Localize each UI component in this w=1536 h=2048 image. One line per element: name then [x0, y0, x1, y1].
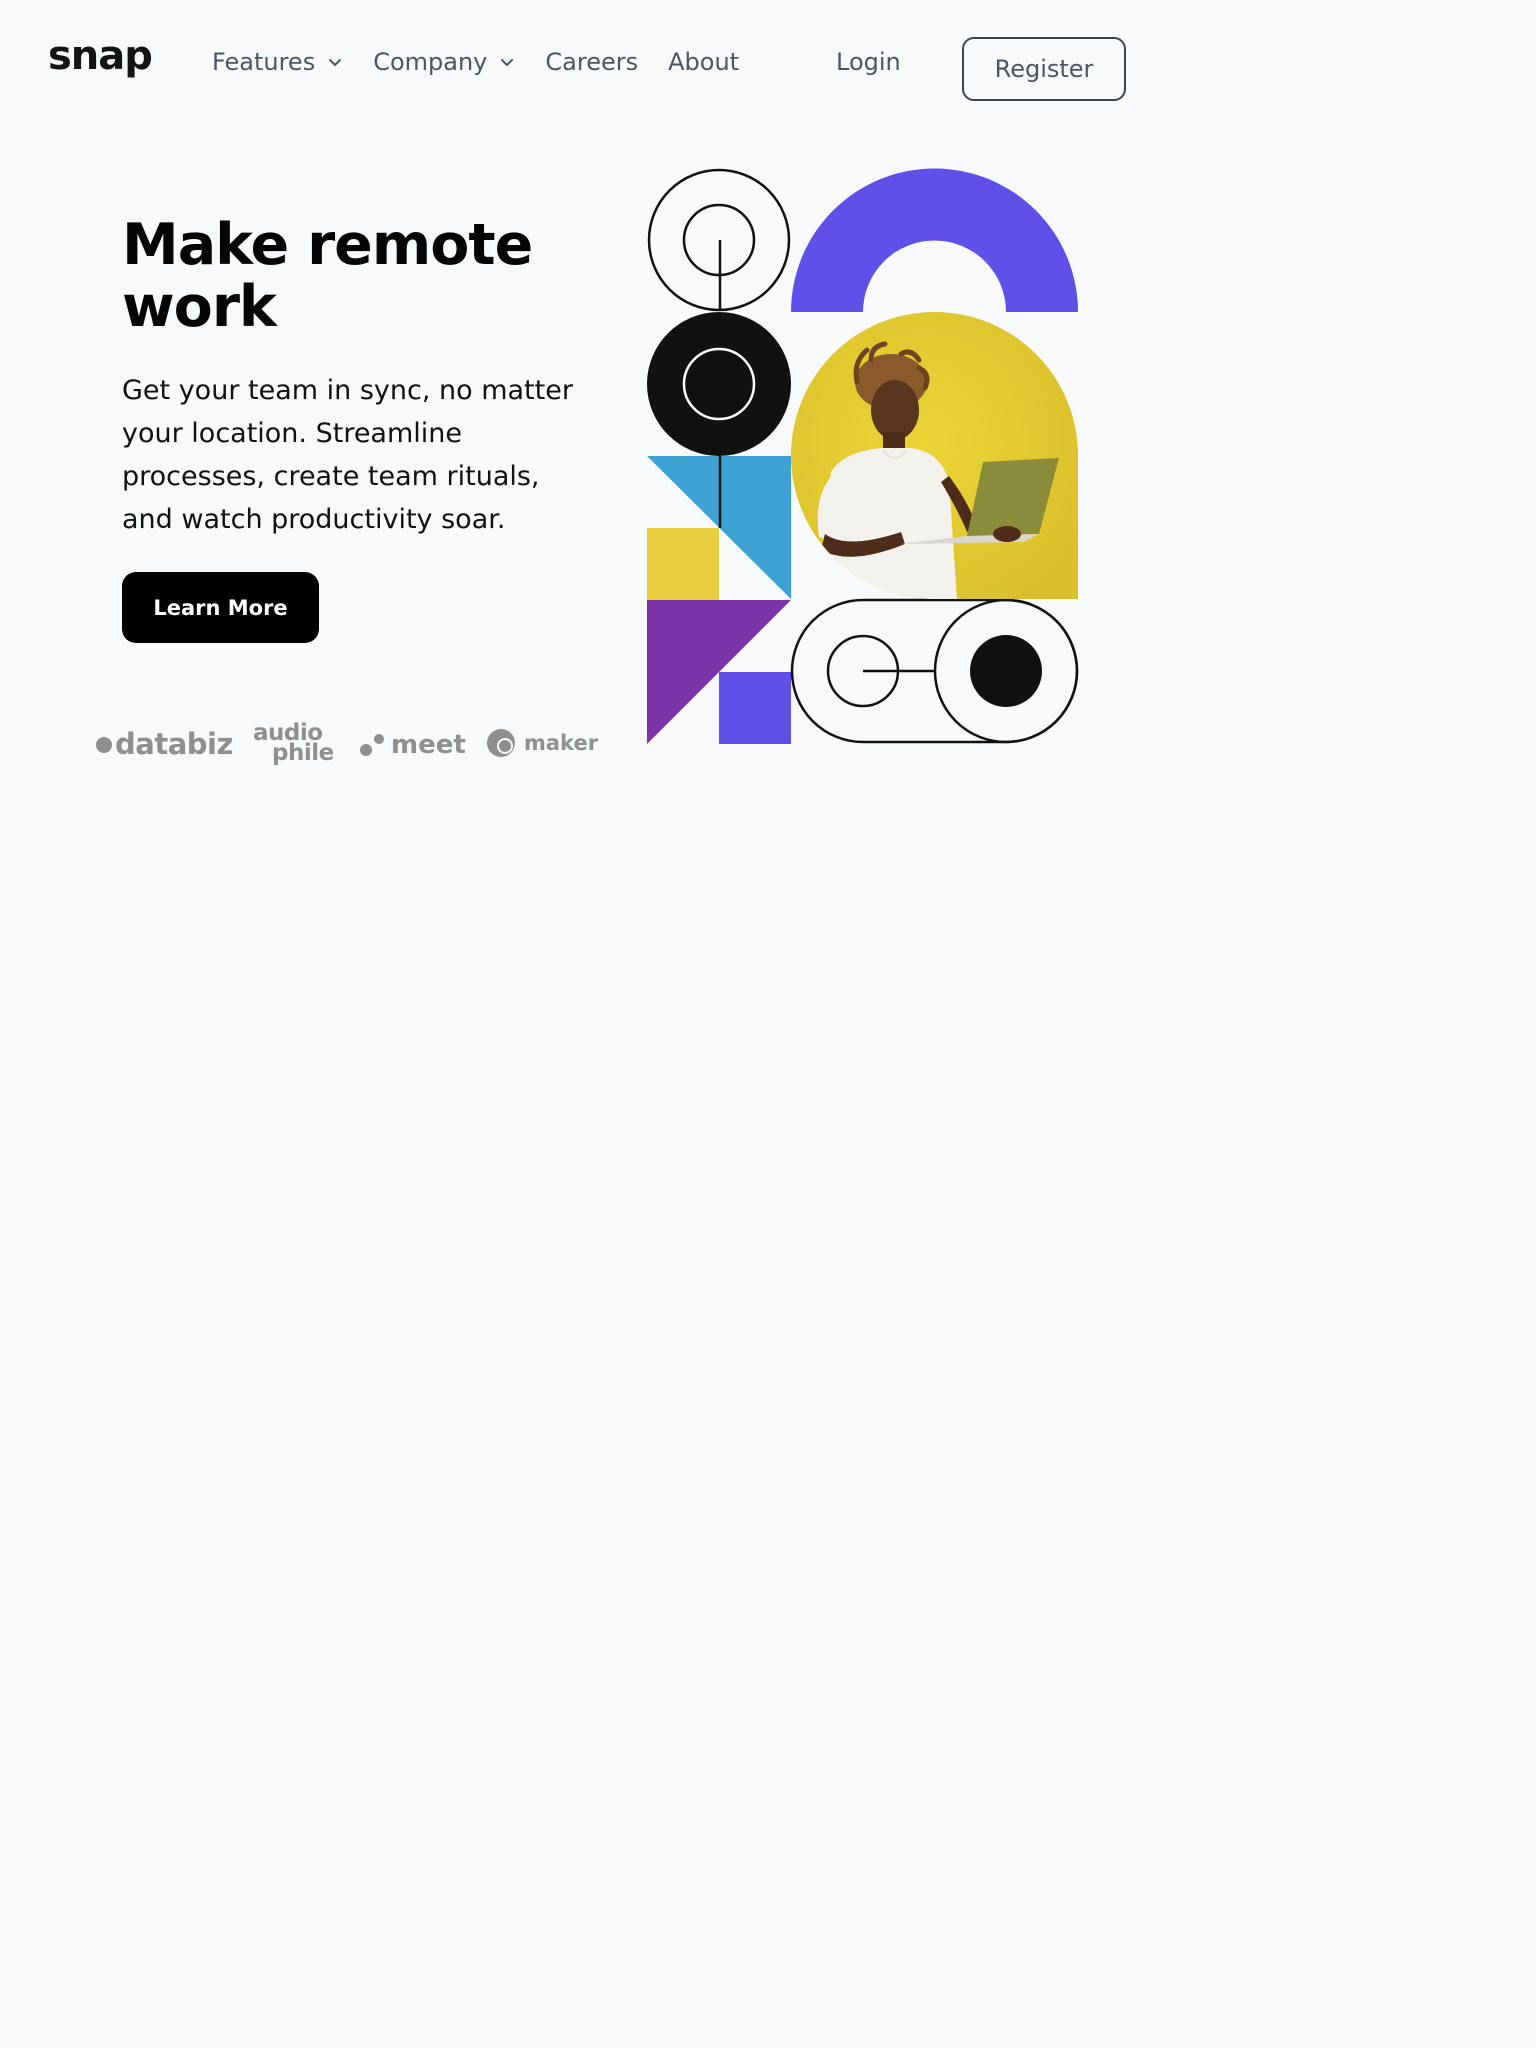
nav-item-about-label: About [668, 48, 740, 76]
snap-logo[interactable]: snap [48, 36, 153, 76]
capsule-shape [790, 598, 1079, 744]
nav-item-company[interactable]: Company [373, 50, 515, 74]
meet-logo-text: meet [391, 730, 466, 760]
maker-logo: maker [486, 728, 598, 758]
maker-logo-text: maker [524, 730, 599, 755]
nav-item-company-label: Company [373, 48, 488, 76]
indigo-arch-shape [791, 168, 1078, 312]
meet-dots-icon [360, 734, 384, 756]
audiophile-logo-bottom: phile [272, 740, 334, 766]
nav-item-careers-label: Careers [545, 48, 639, 76]
indigo-square-shape [719, 672, 791, 744]
hero-title-line2: work [122, 274, 277, 340]
hero-photo [791, 312, 1078, 599]
databiz-logo: databiz [96, 730, 233, 759]
nav-item-features-label: Features [212, 48, 316, 76]
ring-shape [647, 168, 791, 312]
chevron-down-icon [329, 59, 342, 66]
black-disc-shape [647, 312, 791, 456]
hero-title-line1: Make remote [122, 212, 533, 278]
maker-mark-icon [487, 729, 515, 757]
register-button[interactable]: Register [962, 37, 1126, 101]
databiz-logo-text: databiz [115, 727, 233, 761]
databiz-dot-icon [96, 736, 112, 753]
hero-title: Make remote work [122, 214, 582, 338]
hero-description: Get your team in sync, no matter your lo… [122, 375, 573, 535]
meet-logo: meet [359, 732, 466, 758]
audiophile-logo: audio phile [253, 722, 343, 766]
login-link[interactable]: Login [836, 50, 901, 74]
person-with-laptop-image [791, 312, 1078, 599]
nav-item-about[interactable]: About [668, 50, 739, 74]
learn-more-button[interactable]: Learn More [122, 572, 319, 643]
chevron-down-icon [501, 59, 514, 66]
client-logos: databiz audio phile meet maker [96, 718, 598, 770]
nav-item-features[interactable]: Features [212, 50, 343, 74]
yellow-square-shape [647, 528, 719, 600]
hero-illustration [645, 166, 1081, 746]
main-nav: Features Company Careers About [212, 50, 739, 74]
nav-item-careers[interactable]: Careers [545, 50, 638, 74]
